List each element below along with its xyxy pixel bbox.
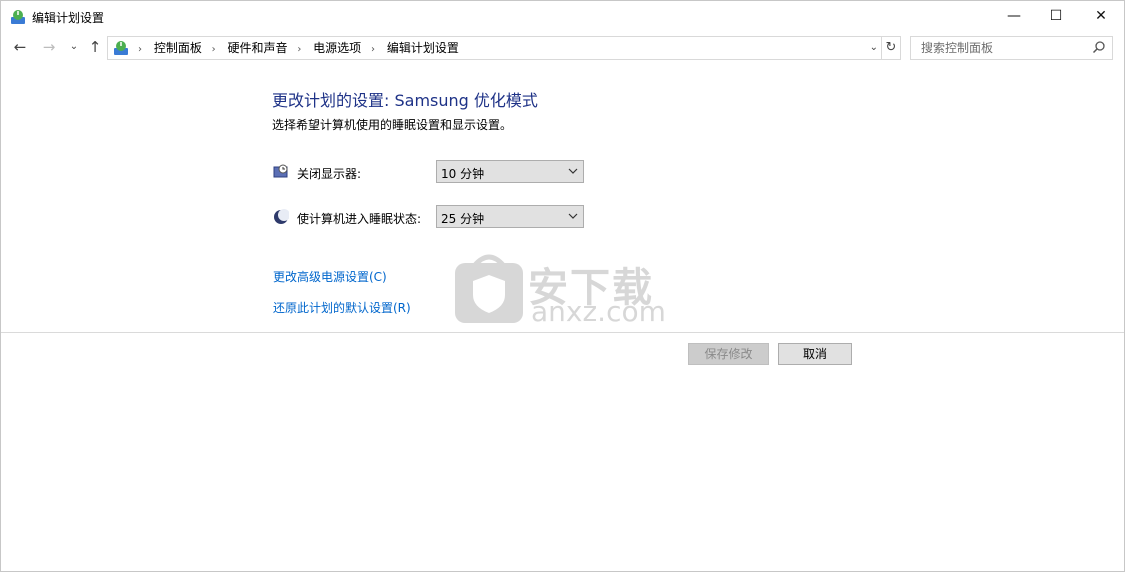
turn-off-display-label: 关闭显示器: [297, 167, 362, 181]
refresh-button[interactable]: ↻ [881, 36, 901, 60]
page-title: 更改计划的设置: Samsung 优化模式 [272, 91, 538, 110]
save-changes-button[interactable]: 保存修改 [688, 343, 769, 365]
title-bar: 编辑计划设置 — ☐ ✕ [1, 1, 1124, 32]
moon-icon [274, 209, 289, 224]
recent-locations-button[interactable]: ⌄ [64, 36, 84, 58]
footer-divider [1, 332, 1124, 333]
watermark: 安下载 anxz.com [453, 253, 673, 328]
power-options-icon [11, 10, 25, 24]
breadcrumb-control-panel[interactable]: 控制面板 [154, 41, 202, 55]
chevron-down-icon [568, 213, 578, 219]
sleep-label: 使计算机进入睡眠状态: [297, 212, 422, 226]
breadcrumb: › 控制面板 › 硬件和声音 › 电源选项 › 编辑计划设置 [132, 37, 459, 59]
minimize-button[interactable]: — [991, 1, 1037, 32]
advanced-power-settings-link[interactable]: 更改高级电源设置(C) [273, 268, 387, 285]
maximize-button[interactable]: ☐ [1033, 1, 1079, 32]
search-box[interactable] [910, 36, 1113, 60]
up-button[interactable]: ↑ [85, 36, 105, 58]
breadcrumb-hardware-sound[interactable]: 硬件和声音 [228, 41, 288, 55]
cancel-button[interactable]: 取消 [778, 343, 852, 365]
forward-button[interactable]: → [39, 36, 59, 58]
address-dropdown-icon[interactable]: ⌄ [870, 37, 878, 59]
control-panel-icon [114, 41, 128, 55]
chevron-down-icon [568, 168, 578, 174]
turn-off-display-value: 10 分钟 [441, 167, 485, 181]
breadcrumb-separator[interactable]: › [297, 39, 301, 61]
breadcrumb-separator[interactable]: › [212, 39, 216, 61]
close-button[interactable]: ✕ [1078, 1, 1124, 32]
breadcrumb-edit-plan[interactable]: 编辑计划设置 [387, 41, 459, 55]
turn-off-display-select[interactable]: 10 分钟 [436, 160, 584, 183]
back-button[interactable]: ← [10, 36, 30, 58]
breadcrumb-separator: › [138, 44, 142, 55]
sleep-select[interactable]: 25 分钟 [436, 205, 584, 228]
watermark-domain: anxz.com [531, 295, 666, 328]
watermark-logo-icon [455, 254, 523, 323]
address-bar[interactable]: › 控制面板 › 硬件和声音 › 电源选项 › 编辑计划设置 ⌄ [107, 36, 882, 60]
app-window: 编辑计划设置 — ☐ ✕ ← → ⌄ ↑ › 控制面板 › 硬件和声音 › 电源… [0, 0, 1125, 572]
restore-defaults-link[interactable]: 还原此计划的默认设置(R) [273, 299, 411, 316]
breadcrumb-separator[interactable]: › [371, 39, 375, 61]
navigation-bar: ← → ⌄ ↑ › 控制面板 › 硬件和声音 › 电源选项 › 编辑计划设置 ⌄… [1, 34, 1124, 62]
sleep-value: 25 分钟 [441, 212, 485, 226]
breadcrumb-power-options[interactable]: 电源选项 [313, 41, 361, 55]
search-icon[interactable] [1092, 40, 1106, 54]
page-subtitle: 选择希望计算机使用的睡眠设置和显示设置。 [272, 118, 513, 132]
search-input[interactable] [919, 39, 1088, 57]
monitor-clock-icon [273, 164, 288, 178]
window-title: 编辑计划设置 [32, 11, 105, 25]
